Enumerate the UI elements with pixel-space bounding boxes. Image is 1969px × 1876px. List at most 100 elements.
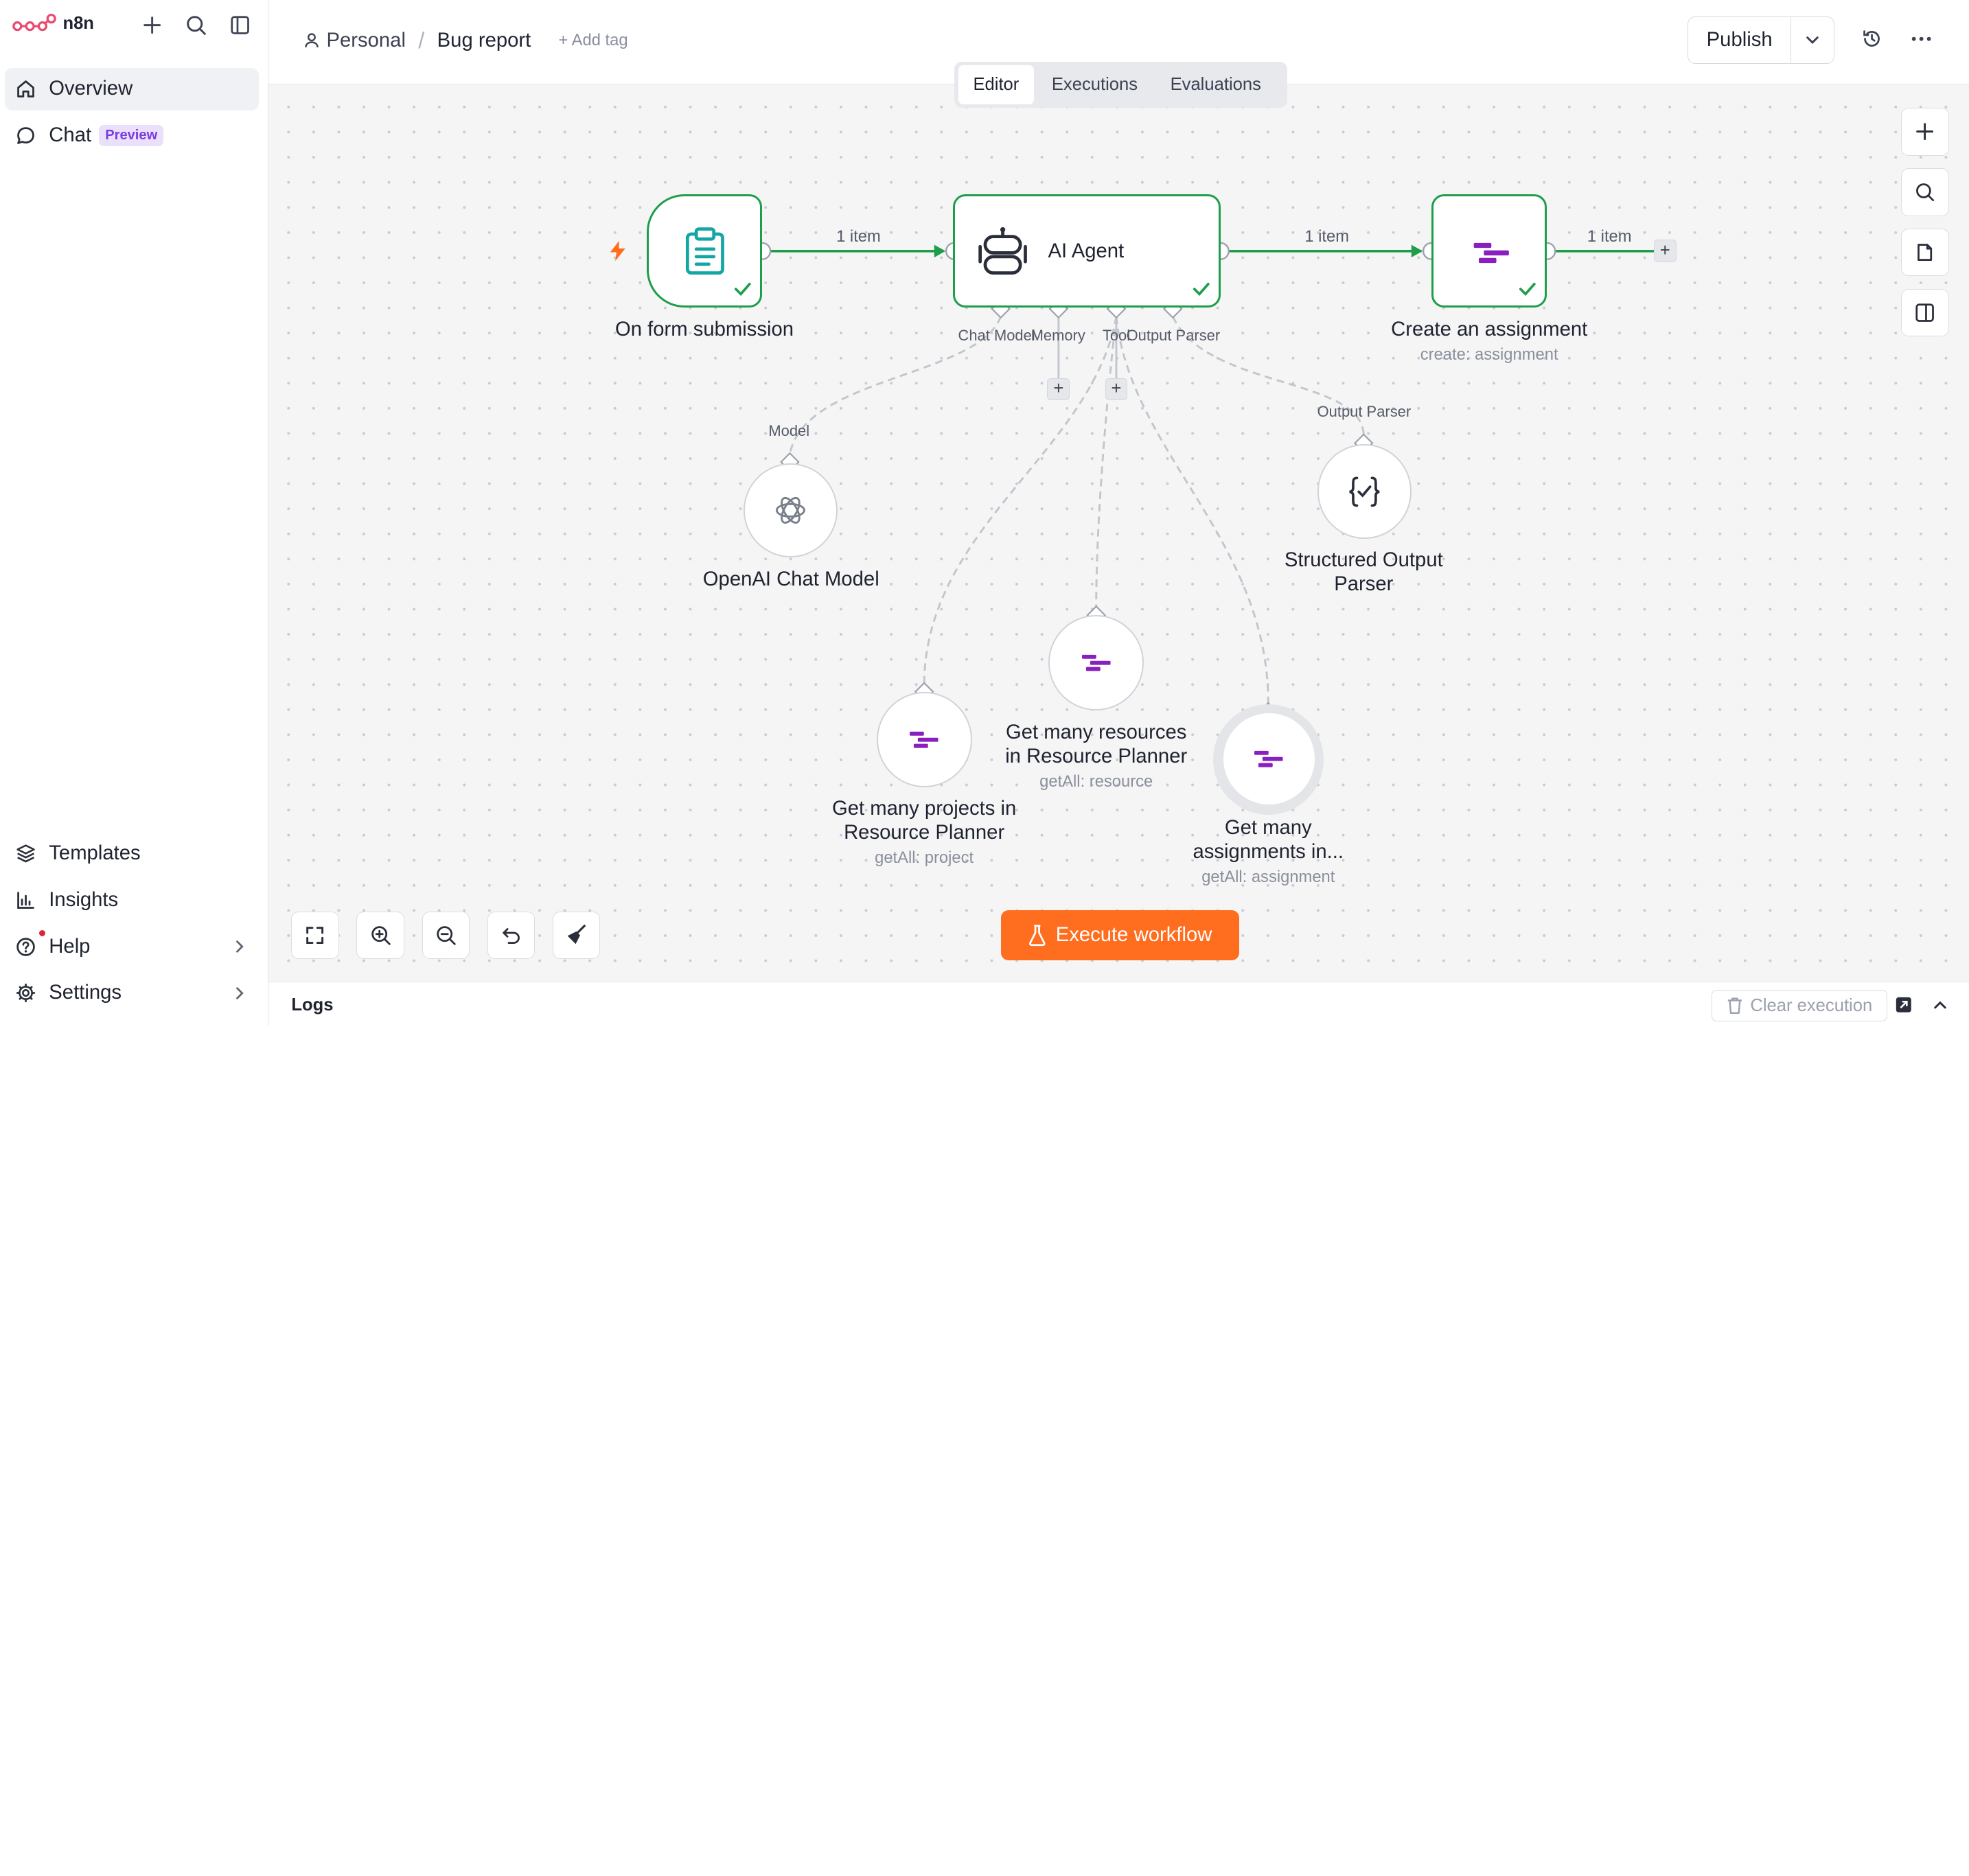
connection-label: 1 item <box>1304 227 1350 246</box>
resource-planner-icon <box>1473 243 1509 264</box>
node-label-line: assignments in... <box>1193 840 1344 863</box>
tab-evaluations[interactable]: Evaluations <box>1155 65 1276 104</box>
notification-dot <box>38 930 45 937</box>
node-title: AI Agent <box>1048 240 1125 263</box>
canvas-bottom-toolbar <box>291 911 601 960</box>
node-label-line: Structured Output <box>1284 549 1443 572</box>
execute-workflow-label: Execute workflow <box>1055 924 1212 947</box>
port-label-output-parser: Output Parser <box>1126 326 1221 344</box>
node-on-form-submission[interactable] <box>646 194 763 308</box>
sidebar-item-label: Help <box>49 935 91 958</box>
clear-execution-label: Clear execution <box>1750 995 1873 1015</box>
help-icon <box>16 937 35 956</box>
settings-icon <box>16 984 36 1003</box>
node-label-line: Resource Planner <box>844 822 1005 844</box>
node-get-many-projects[interactable] <box>876 691 972 787</box>
port-label-chat-model: Chat Model <box>958 326 1035 344</box>
toggle-panel-icon[interactable] <box>1901 288 1949 337</box>
n8n-logo-icon <box>12 14 57 32</box>
add-tool-button[interactable]: + <box>1105 378 1128 401</box>
pop-out-icon[interactable] <box>1892 994 1915 1017</box>
node-openai-chat-model[interactable] <box>743 463 838 558</box>
node-label-line: Get many resources <box>1006 721 1187 743</box>
zoom-in-icon[interactable] <box>356 911 404 960</box>
add-node-button[interactable]: + <box>1653 240 1677 263</box>
chevron-up-icon[interactable] <box>1928 994 1951 1017</box>
sidebar-item-label: Templates <box>49 842 141 865</box>
collapse-sidebar-icon[interactable] <box>229 14 251 36</box>
zoom-out-icon[interactable] <box>422 911 470 960</box>
home-icon <box>17 80 34 98</box>
node-subtitle: getAll: resource <box>1039 772 1153 791</box>
node-label: Get many assignments in... <box>1155 816 1381 864</box>
node-label: Get many projects in Resource Planner <box>798 797 1050 845</box>
node-label-line: Get many projects in <box>832 798 1017 820</box>
preview-badge: Preview <box>99 125 164 146</box>
fit-view-icon[interactable] <box>291 911 339 960</box>
clear-execution-button[interactable]: Clear execution <box>1711 990 1887 1021</box>
success-check-icon <box>1193 282 1210 296</box>
sidebar-item-label: Overview <box>49 78 133 100</box>
publish-dropdown-button[interactable] <box>1791 17 1834 64</box>
undo-icon[interactable] <box>487 911 536 960</box>
node-ai-agent[interactable]: AI Agent <box>953 194 1221 308</box>
canvas-right-toolbar <box>1901 108 1949 337</box>
project-name: Personal <box>326 29 406 51</box>
node-structured-output-parser[interactable] <box>1317 444 1412 539</box>
history-icon[interactable] <box>1861 27 1884 50</box>
publish-button[interactable]: Publish <box>1688 16 1792 64</box>
sidebar-item-chat[interactable]: Chat Preview <box>5 114 258 157</box>
sticky-note-icon[interactable] <box>1901 228 1949 277</box>
tab-editor[interactable]: Editor <box>958 65 1035 104</box>
node-label-line: Get many <box>1224 816 1312 839</box>
sidebar-item-help[interactable]: Help <box>5 925 258 968</box>
node-label: Create an assignment <box>1391 318 1588 340</box>
chevron-down-icon <box>1806 36 1819 45</box>
node-label-line: Parser <box>1334 573 1394 596</box>
chevron-right-icon <box>236 987 244 999</box>
search-nodes-icon[interactable] <box>1901 168 1949 216</box>
success-check-icon <box>1519 282 1536 296</box>
sidebar-item-overview[interactable]: Overview <box>5 67 259 111</box>
trash-icon <box>1727 997 1742 1015</box>
breadcrumb: Personal / Bug report + Add tag <box>304 27 628 54</box>
sidebar-item-label: Chat <box>49 124 92 147</box>
node-subtitle: getAll: project <box>875 848 974 868</box>
sidebar-item-settings[interactable]: Settings <box>5 972 258 1015</box>
view-tabs: Editor Executions Evaluations <box>954 61 1287 108</box>
templates-icon <box>16 844 35 863</box>
connection-label: 1 item <box>836 227 881 246</box>
node-get-many-resources[interactable] <box>1048 615 1144 711</box>
app-name: n8n <box>62 14 94 34</box>
search-icon[interactable] <box>185 14 207 36</box>
node-get-many-assignments[interactable] <box>1221 712 1316 807</box>
add-icon[interactable] <box>141 14 163 36</box>
success-check-icon <box>735 282 751 296</box>
tab-executions[interactable]: Executions <box>1037 65 1153 104</box>
add-memory-button[interactable]: + <box>1047 378 1070 401</box>
port-label-memory: Memory <box>1030 326 1085 344</box>
execute-workflow-button[interactable]: Execute workflow <box>1000 910 1240 961</box>
workflow-name[interactable]: Bug report <box>437 30 531 52</box>
more-options-icon[interactable] <box>1910 27 1933 50</box>
publish-group: Publish <box>1688 16 1835 65</box>
breadcrumb-separator: / <box>418 27 425 54</box>
node-subtitle: getAll: assignment <box>1201 867 1335 886</box>
breadcrumb-project[interactable]: Personal <box>304 30 406 52</box>
logo[interactable]: n8n <box>12 12 94 35</box>
sidebar-item-insights[interactable]: Insights <box>5 879 258 921</box>
logs-panel: Logs Clear execution <box>268 982 1969 1026</box>
add-tag-button[interactable]: + Add tag <box>558 31 627 50</box>
sidebar-item-templates[interactable]: Templates <box>5 833 258 875</box>
node-label-line: in Resource Planner <box>1005 745 1188 767</box>
node-label: On form submission <box>615 318 794 340</box>
add-node-icon[interactable] <box>1901 108 1949 156</box>
braces-check-icon <box>1349 476 1380 507</box>
robot-icon <box>978 227 1028 275</box>
node-create-an-assignment[interactable] <box>1431 194 1547 308</box>
connection-label: 1 item <box>1587 227 1632 246</box>
sidebar: n8n Overview Chat Preview Templates Insi… <box>0 0 269 1026</box>
lightning-icon <box>610 241 625 262</box>
logs-title[interactable]: Logs <box>291 995 333 1015</box>
tidy-up-broom-icon[interactable] <box>552 911 601 960</box>
